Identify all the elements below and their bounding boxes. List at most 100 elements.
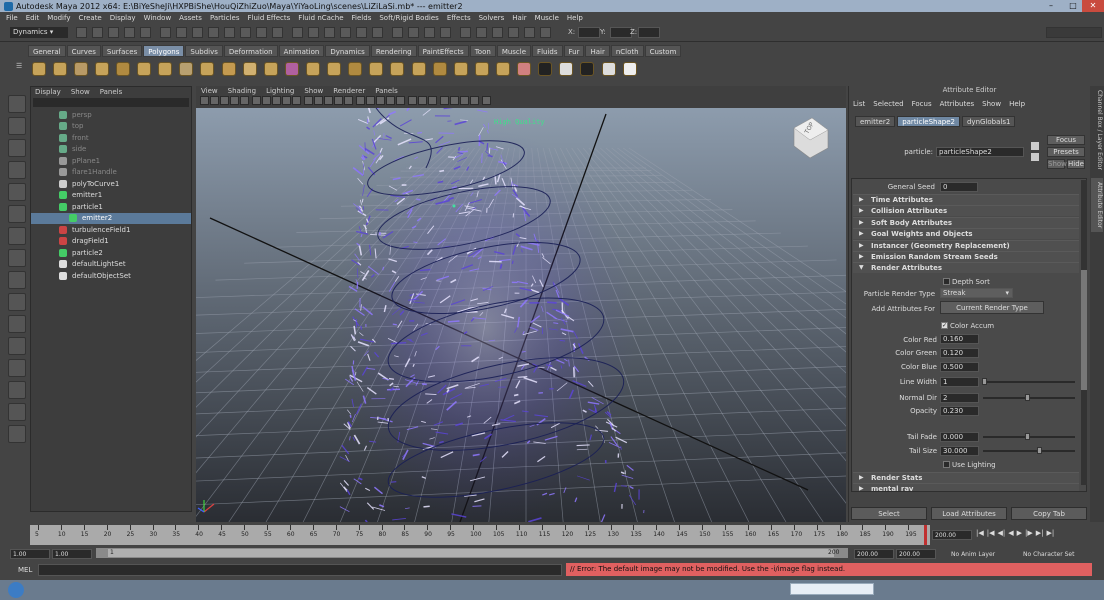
shelf-poly-tool-23-icon[interactable] [492,58,513,80]
viewport-tool-24-icon[interactable] [440,96,449,105]
shelf-tab-animation[interactable]: Animation [278,45,325,57]
shelf-poly-tool-1-icon[interactable] [28,58,49,80]
viewport-tool-10-icon[interactable] [292,96,301,105]
shelf-poly-tool-11-icon[interactable] [239,58,260,80]
shelf-tab-hair[interactable]: Hair [585,45,610,57]
status-tool-6-icon[interactable] [160,27,171,38]
step-forward-key-icon[interactable]: ▶| [1036,529,1044,541]
menu-fluid-ncache[interactable]: Fluid nCache [298,14,343,22]
outliner-item-defaultobjectset[interactable]: defaultObjectSet [31,270,191,282]
shelf-tab-dynamics[interactable]: Dynamics [325,45,370,57]
status-tool-25-icon[interactable] [476,27,487,38]
shelf-tab-deformation[interactable]: Deformation [223,45,278,57]
attr-menu-show[interactable]: Show [982,100,1001,108]
shelf-tab-custom[interactable]: Custom [644,45,682,57]
status-tool-21-icon[interactable] [408,27,419,38]
outliner-item-side[interactable]: side [31,144,191,156]
viewport-tool-12-icon[interactable] [314,96,323,105]
load-attributes-button[interactable]: Load Attributes [931,507,1007,520]
shelf-tab-general[interactable]: General [28,45,66,57]
shelf-poly-tool-29-icon[interactable] [619,58,640,80]
select-button[interactable]: Select [851,507,927,520]
mel-label[interactable]: MEL [18,566,32,574]
line-width-slider[interactable] [983,381,1075,383]
shelf-poly-tool-10-icon[interactable] [218,58,239,80]
status-tool-29-icon[interactable] [540,27,551,38]
viewport-tool-22-icon[interactable] [418,96,427,105]
anim-layer-dropdown[interactable]: No Anim Layer [948,549,1008,559]
outliner-item-turbulencefield1[interactable]: turbulenceField1 [31,224,191,236]
menu-help[interactable]: Help [567,14,583,22]
viewport-menu-lighting[interactable]: Lighting [266,87,294,95]
viewport-tool-16-icon[interactable] [356,96,365,105]
shelf-poly-tool-16-icon[interactable] [345,58,366,80]
viewport-tool-19-icon[interactable] [386,96,395,105]
viewport-tool-15-icon[interactable] [344,96,353,105]
opacity-field[interactable]: 0.230 [940,406,979,416]
status-tool-1-icon[interactable] [76,27,87,38]
outliner-item-flare1handle[interactable]: flare1Handle [31,167,191,179]
shelf-poly-tool-17-icon[interactable] [366,58,387,80]
outliner-item-particle2[interactable]: particle2 [31,247,191,259]
shelf-poly-tool-8-icon[interactable] [176,58,197,80]
menu-fields[interactable]: Fields [352,14,372,22]
shelf-poly-tool-21-icon[interactable] [450,58,471,80]
status-tool-4-icon[interactable] [124,27,135,38]
status-tool-11-icon[interactable] [240,27,251,38]
viewport-menu-panels[interactable]: Panels [375,87,398,95]
outliner-item-front[interactable]: front [31,132,191,144]
section-collision-attributes[interactable]: ▶ Collision Attributes [853,205,1079,217]
shelf-poly-tool-6-icon[interactable] [134,58,155,80]
depth-sort-checkbox[interactable] [943,278,950,285]
focus-button[interactable]: Focus [1047,135,1085,145]
shelf-poly-tool-14-icon[interactable] [302,58,323,80]
end-time-field[interactable]: 200.00 [896,549,936,559]
y-field[interactable] [610,27,632,38]
shelf-tab-ncloth[interactable]: nCloth [610,45,644,57]
shelf-menu-icon[interactable]: ☰ [16,62,24,74]
outliner-item-dragfield1[interactable]: dragField1 [31,236,191,248]
tail-size-field[interactable]: 30.000 [940,446,979,456]
menu-particles[interactable]: Particles [210,14,240,22]
range-slider-thumb[interactable] [108,549,834,557]
layout-single-tool-icon[interactable] [8,315,26,333]
status-tool-3-icon[interactable] [108,27,119,38]
shelf-tab-rendering[interactable]: Rendering [370,45,417,57]
viewport-tool-23-icon[interactable] [428,96,437,105]
status-tool-8-icon[interactable] [192,27,203,38]
attr-menu-attributes[interactable]: Attributes [940,100,975,108]
attr-menu-help[interactable]: Help [1009,100,1025,108]
viewport-menu-shading[interactable]: Shading [228,87,256,95]
viewport-tool-4-icon[interactable] [230,96,239,105]
tail-fade-field[interactable]: 0.000 [940,432,979,442]
shelf-tab-fluids[interactable]: Fluids [532,45,563,57]
viewport-tool-8-icon[interactable] [272,96,281,105]
shelf-poly-tool-18-icon[interactable] [387,58,408,80]
menu-soft-rigid-bodies[interactable]: Soft/Rigid Bodies [379,14,438,22]
line-width-field[interactable]: 1 [940,377,979,387]
shelf-poly-tool-9-icon[interactable] [197,58,218,80]
rotate-tool-icon[interactable] [8,183,26,201]
range-slider[interactable]: 1 200 [96,548,848,558]
viewport-menu-show[interactable]: Show [304,87,323,95]
section-mental-ray[interactable]: ▶ mental ray [853,483,1079,491]
viewport-tool-9-icon[interactable] [282,96,291,105]
menu-set-dropdown[interactable]: Dynamics ▾ [10,27,68,38]
normal-dir-field[interactable]: 2 [940,393,979,403]
status-tool-18-icon[interactable] [356,27,367,38]
viewport-tool-17-icon[interactable] [366,96,375,105]
menu-display[interactable]: Display [110,14,136,22]
viewport-tool-13-icon[interactable] [324,96,333,105]
menu-effects[interactable]: Effects [447,14,471,22]
status-tool-5-icon[interactable] [140,27,151,38]
shelf-poly-tool-19-icon[interactable] [408,58,429,80]
menu-fluid-effects[interactable]: Fluid Effects [247,14,290,22]
select-tool-icon[interactable] [8,95,26,113]
close-button[interactable]: ✕ [1082,0,1104,12]
hide-button[interactable]: Hide [1067,159,1085,169]
shelf-poly-tool-12-icon[interactable] [260,58,281,80]
viewport-menu-view[interactable]: View [201,87,218,95]
current-render-type-button[interactable]: Current Render Type [940,301,1044,314]
node-select-icon[interactable] [1031,142,1039,150]
viewport-tool-26-icon[interactable] [460,96,469,105]
